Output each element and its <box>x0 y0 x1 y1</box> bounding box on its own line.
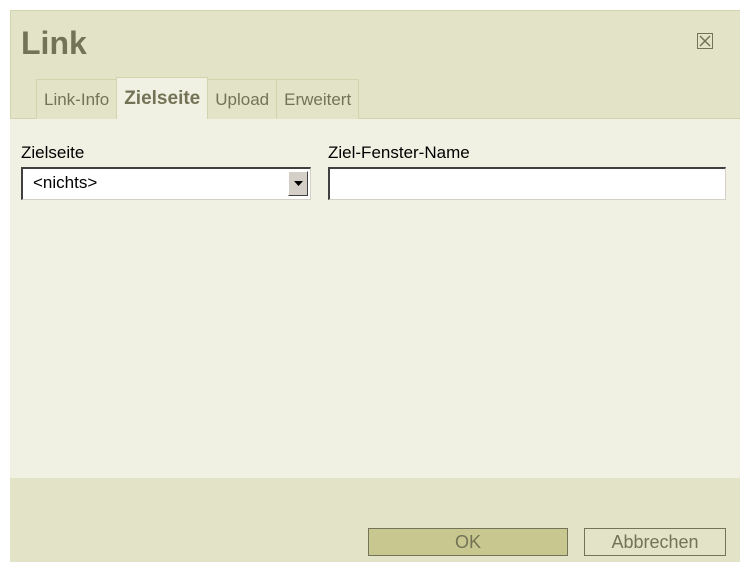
target-select[interactable]: <nichts> <box>21 167 311 200</box>
tab-upload[interactable]: Upload <box>207 79 278 119</box>
tab-zielseite[interactable]: Zielseite <box>116 77 209 119</box>
tab-bar: Link-Info Zielseite Upload Erweitert <box>36 77 360 119</box>
close-icon <box>699 35 711 47</box>
close-button[interactable] <box>697 33 713 49</box>
cancel-button[interactable]: Abbrechen <box>584 528 726 556</box>
tab-link-info[interactable]: Link-Info <box>36 79 118 119</box>
target-select-value: <nichts> <box>33 173 98 192</box>
window-name-label: Ziel-Fenster-Name <box>328 143 470 162</box>
window-name-input[interactable] <box>328 167 726 200</box>
select-dropdown-button[interactable] <box>288 171 308 196</box>
chevron-down-icon <box>294 181 303 186</box>
dialog-title: Link <box>21 25 87 61</box>
ok-button[interactable]: OK <box>368 528 568 556</box>
tab-erweitert[interactable]: Erweitert <box>276 79 360 119</box>
target-label: Zielseite <box>21 143 85 162</box>
